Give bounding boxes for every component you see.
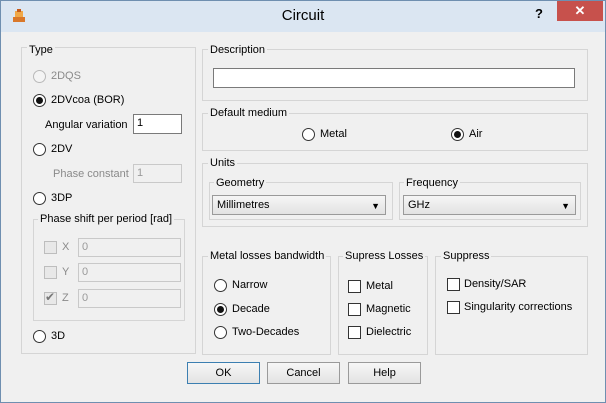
default-medium-title: Default medium bbox=[208, 107, 290, 119]
density-sar-checkbox[interactable] bbox=[447, 278, 460, 291]
ok-button[interactable]: OK bbox=[187, 362, 260, 384]
phase-shift-y-label: Y bbox=[62, 266, 70, 278]
geometry-select-value: Millimetres bbox=[217, 199, 270, 211]
radio-medium-air-label: Air bbox=[469, 128, 483, 140]
chevron-down-icon: ▼ bbox=[561, 201, 570, 211]
radio-2dvcoa-label: 2DVcoa (BOR) bbox=[51, 94, 125, 106]
radio-medium-metal[interactable] bbox=[302, 128, 315, 141]
type-group-title: Type bbox=[27, 44, 55, 56]
supress-magnetic-checkbox[interactable] bbox=[348, 303, 361, 316]
phase-constant-label: Phase constant bbox=[53, 168, 129, 180]
radio-two-decades-label: Two-Decades bbox=[232, 326, 300, 338]
radio-decade[interactable] bbox=[214, 303, 227, 316]
metal-losses-title: Metal losses bandwidth bbox=[208, 250, 327, 262]
supress-metal-label: Metal bbox=[366, 280, 393, 292]
radio-narrow[interactable] bbox=[214, 279, 227, 292]
supress-dielectric-checkbox[interactable] bbox=[348, 326, 361, 339]
units-title: Units bbox=[208, 157, 238, 169]
radio-selected-dot bbox=[454, 131, 461, 138]
radio-narrow-label: Narrow bbox=[232, 279, 268, 291]
suppress-title: Suppress bbox=[441, 250, 492, 262]
supress-magnetic-label: Magnetic bbox=[366, 303, 411, 315]
radio-two-decades[interactable] bbox=[214, 326, 227, 339]
radio-selected-dot bbox=[217, 306, 224, 313]
close-icon[interactable]: ✕ bbox=[557, 1, 603, 21]
radio-medium-metal-label: Metal bbox=[320, 128, 347, 140]
singularity-corrections-label: Singularity corrections bbox=[464, 301, 573, 313]
radio-3dp-label: 3DP bbox=[51, 192, 73, 204]
frequency-select[interactable]: GHz ▼ bbox=[403, 195, 576, 215]
description-input[interactable] bbox=[213, 68, 575, 88]
help-button[interactable]: Help bbox=[348, 362, 421, 384]
phase-shift-x-label: X bbox=[62, 241, 70, 253]
phase-shift-z-label: Z bbox=[62, 292, 69, 304]
phase-shift-y-checkbox[interactable] bbox=[44, 266, 57, 279]
window-title: Circuit bbox=[281, 7, 325, 24]
radio-3d-label: 3D bbox=[51, 330, 66, 342]
phase-shift-x-checkbox[interactable] bbox=[44, 241, 57, 254]
chevron-down-icon: ▼ bbox=[371, 201, 380, 211]
frequency-select-value: GHz bbox=[408, 199, 430, 211]
angular-variation-label: Angular variation bbox=[45, 119, 128, 131]
cancel-button[interactable]: Cancel bbox=[267, 362, 340, 384]
angular-variation-input[interactable]: 1 bbox=[133, 114, 182, 134]
density-sar-label: Density/SAR bbox=[464, 278, 527, 290]
singularity-corrections-checkbox[interactable] bbox=[447, 301, 460, 314]
radio-2dv-label: 2DV bbox=[51, 143, 73, 155]
check-icon: ✔ bbox=[45, 290, 56, 304]
radio-selected-dot bbox=[36, 97, 43, 104]
supress-losses-title: Supress Losses bbox=[343, 250, 426, 262]
supress-metal-checkbox[interactable] bbox=[348, 280, 361, 293]
radio-2dqs[interactable] bbox=[33, 70, 46, 83]
geometry-title: Geometry bbox=[214, 177, 267, 189]
phase-shift-y-input[interactable]: 0 bbox=[78, 263, 181, 282]
phase-shift-z-checkbox[interactable]: ✔ bbox=[44, 290, 57, 305]
radio-3d[interactable] bbox=[33, 330, 46, 343]
phase-shift-z-input[interactable]: 0 bbox=[78, 289, 181, 308]
phase-constant-input[interactable]: 1 bbox=[133, 164, 182, 183]
geometry-select[interactable]: Millimetres ▼ bbox=[212, 195, 386, 215]
radio-2dvcoa[interactable] bbox=[33, 94, 46, 107]
frequency-title: Frequency bbox=[404, 177, 460, 189]
description-title: Description bbox=[208, 44, 268, 56]
phase-shift-title: Phase shift per period [rad] bbox=[38, 213, 175, 225]
radio-medium-air[interactable] bbox=[451, 128, 464, 141]
phase-shift-x-input[interactable]: 0 bbox=[78, 238, 181, 257]
title-bar[interactable]: Circuit ? ✕ bbox=[1, 1, 605, 32]
radio-decade-label: Decade bbox=[232, 303, 270, 315]
radio-3dp[interactable] bbox=[33, 192, 46, 205]
radio-2dv[interactable] bbox=[33, 143, 46, 156]
circuit-dialog: Circuit ? ✕ Type 2DQS 2DVcoa (BOR) Angul… bbox=[0, 0, 606, 403]
radio-2dqs-label: 2DQS bbox=[51, 70, 81, 82]
help-icon[interactable]: ? bbox=[529, 5, 549, 23]
supress-dielectric-label: Dielectric bbox=[366, 326, 412, 338]
